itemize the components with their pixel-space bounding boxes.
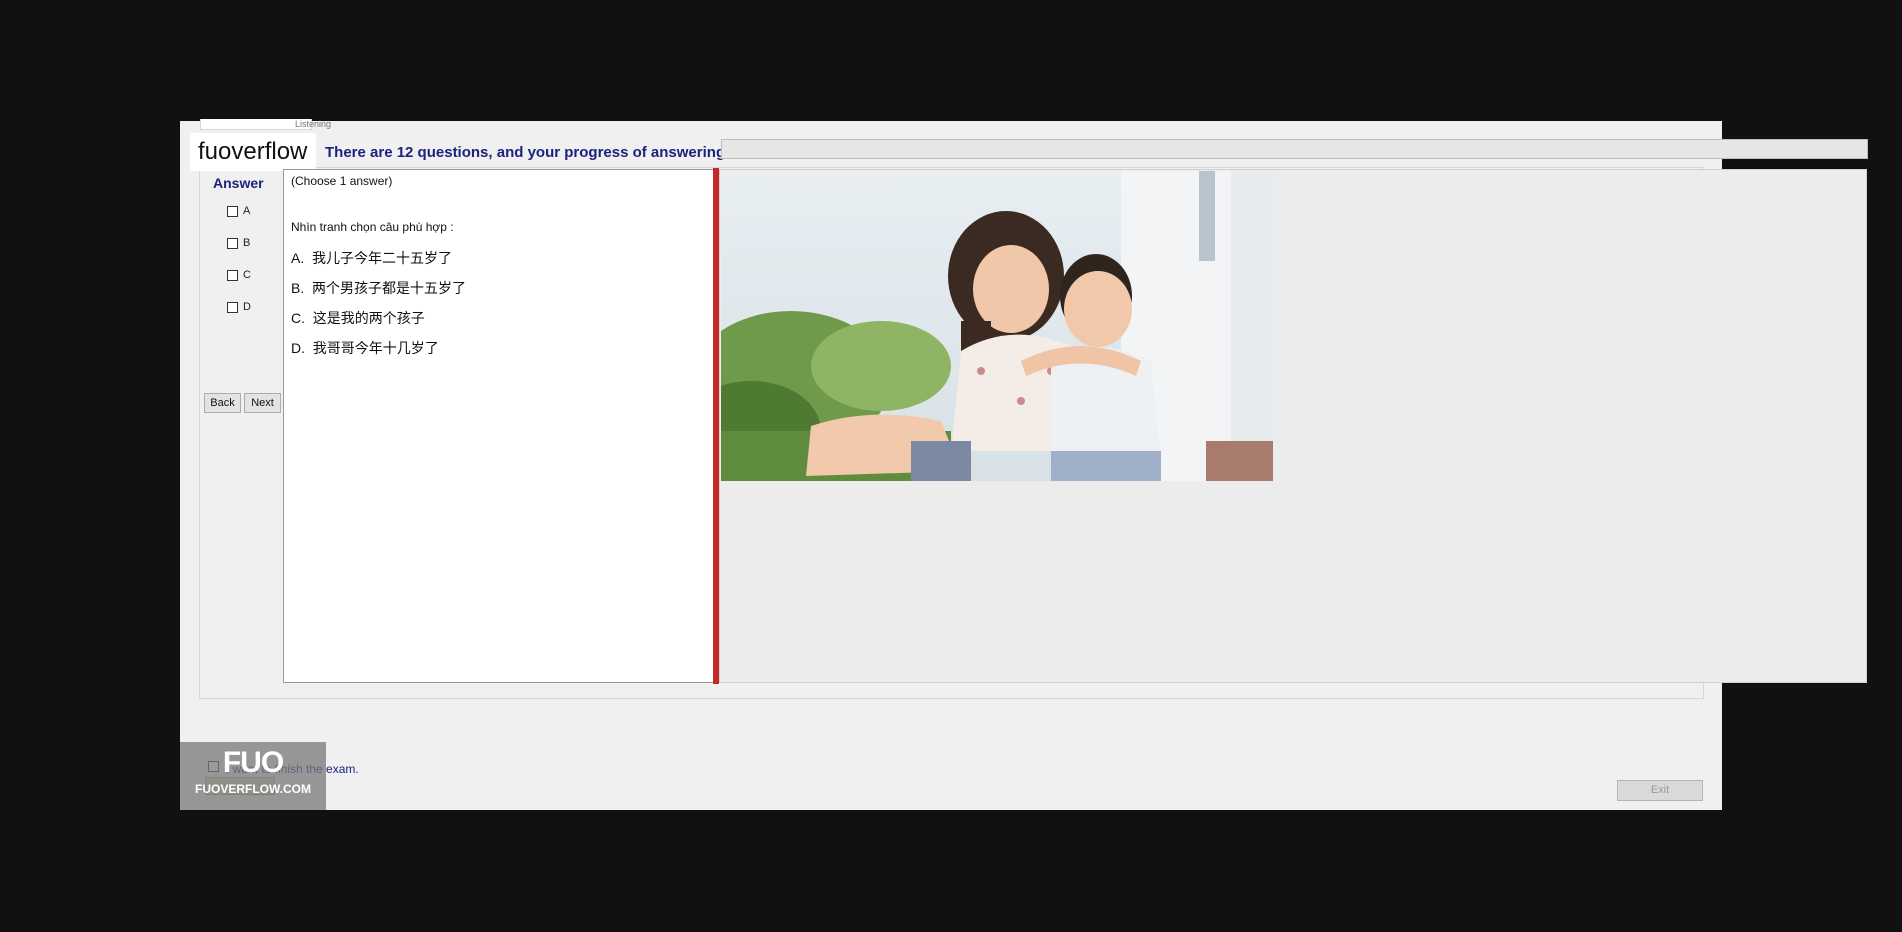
option-letter: D.: [291, 340, 305, 356]
question-instruction: (Choose 1 answer): [291, 174, 393, 188]
answer-option-label: A: [243, 205, 251, 217]
question-photo: [721, 171, 1273, 481]
answer-option-a[interactable]: A: [227, 205, 250, 217]
option-text: 我儿子今年二十五岁了: [312, 250, 453, 266]
option-text: 这是我的两个孩子: [312, 310, 425, 326]
option-text: 我哥哥今年十几岁了: [312, 340, 439, 356]
next-button[interactable]: Next: [244, 393, 281, 413]
answer-option-d[interactable]: D: [227, 301, 251, 313]
progress-text: There are 12 questions, and your progres…: [325, 144, 742, 161]
question-option-d: D. 我哥哥今年十几岁了: [291, 338, 439, 358]
badge-url: FUOVERFLOW.COM: [195, 782, 311, 796]
exam-window: Listening There are 12 questions, and yo…: [180, 119, 1868, 810]
tab-listening[interactable]: Listening: [295, 119, 331, 129]
answer-option-b[interactable]: B: [227, 237, 250, 249]
badge-logo: FUO: [222, 746, 284, 779]
question-text-pane[interactable]: (Choose 1 answer) Nhìn tranh chọn câu ph…: [283, 169, 717, 683]
answer-option-label: B: [243, 237, 251, 249]
question-prompt: Nhìn tranh chọn câu phù hợp :: [291, 220, 454, 234]
checkbox-a[interactable]: [227, 205, 238, 217]
question-option-a: A. 我儿子今年二十五岁了: [291, 248, 452, 268]
option-text: 两个男孩子都是十五岁了: [312, 280, 467, 296]
checkbox-b[interactable]: [227, 237, 238, 249]
watermark-logo-text: fuoverflow: [190, 133, 316, 171]
checkbox-d[interactable]: [227, 301, 238, 313]
option-letter: A.: [291, 250, 305, 266]
question-option-c: C. 这是我的两个孩子: [291, 308, 425, 328]
progress-bar: [721, 139, 1868, 159]
option-letter: B.: [291, 280, 305, 296]
answer-option-label: D: [243, 301, 251, 313]
back-button[interactable]: Back: [204, 393, 241, 413]
watermark-badge: FUO FUOVERFLOW.COM: [180, 742, 326, 810]
answer-option-c[interactable]: C: [227, 269, 251, 281]
checkbox-c[interactable]: [227, 269, 238, 281]
question-option-b: B. 两个男孩子都是十五岁了: [291, 278, 466, 298]
option-letter: C.: [291, 310, 305, 326]
answer-title: Answer: [213, 175, 264, 191]
answer-option-label: C: [243, 269, 251, 281]
exit-button[interactable]: Exit: [1617, 780, 1703, 801]
